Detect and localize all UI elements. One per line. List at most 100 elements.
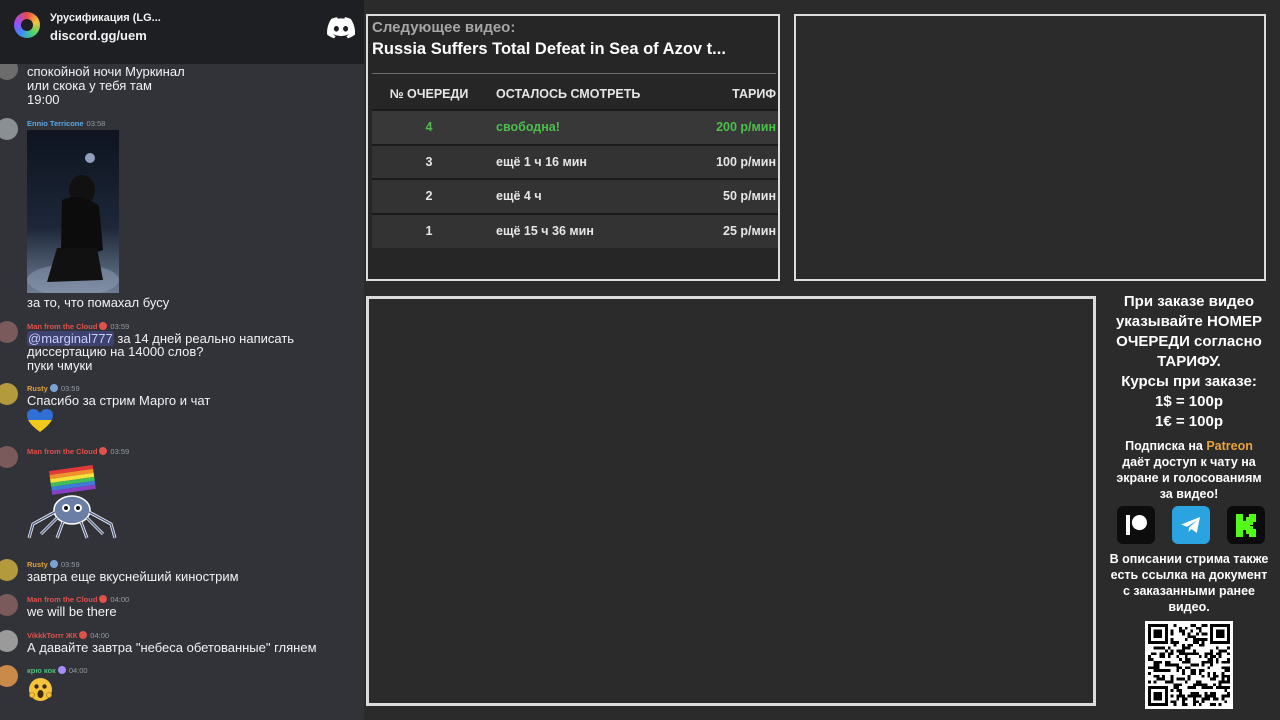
document-note-line: с заказанными ранее bbox=[1122, 584, 1255, 598]
column-header-queue-number: № ОЧЕРЕДИ bbox=[389, 86, 469, 101]
role-badge-icon bbox=[99, 447, 108, 455]
server-invite-link[interactable]: discord.gg/uem bbox=[50, 28, 147, 43]
rates-title: Курсы при заказе: bbox=[1121, 373, 1257, 390]
photo-attachment bbox=[27, 130, 119, 293]
avatar bbox=[0, 383, 18, 405]
message-line: за то, что помахал бусу bbox=[27, 295, 170, 310]
queue-number: 1 bbox=[372, 212, 486, 248]
message-header: Rusty 03:59 bbox=[27, 560, 80, 569]
author-name: Man from the Cloud bbox=[27, 595, 98, 604]
message-header: VikkkTorrr ЖК 04:00 bbox=[27, 631, 109, 640]
author-name: Rusty bbox=[27, 560, 48, 569]
qr-code bbox=[1145, 621, 1233, 709]
avatar bbox=[0, 594, 18, 616]
author-name: VikkkTorrr ЖК bbox=[27, 631, 78, 640]
patreon-note-line: Подписка на Patreon bbox=[1100, 438, 1278, 454]
message-header: крю кок 04:00 bbox=[27, 666, 88, 675]
timestamp: 03:59 bbox=[110, 447, 130, 456]
avatar bbox=[0, 118, 18, 140]
timestamp: 03:59 bbox=[60, 384, 80, 393]
rate: 25 р/мин bbox=[694, 212, 778, 248]
avatar bbox=[0, 446, 18, 468]
queue-number: 2 bbox=[372, 178, 486, 214]
message-line: А давайте завтра "небеса обетованные" гл… bbox=[27, 640, 317, 655]
kick-icon[interactable] bbox=[1227, 506, 1265, 544]
table-row: 2 ещё 4 ч 50 р/мин bbox=[372, 178, 778, 214]
next-video-title: Russia Suffers Total Defeat in Sea of Az… bbox=[372, 40, 726, 58]
timestamp: 03:59 bbox=[110, 322, 130, 331]
main-video-frame bbox=[366, 296, 1096, 706]
queue-table: № ОЧЕРЕДИ ОСТАЛОСЬ СМОТРЕТЬ ТАРИФ 4 своб… bbox=[372, 78, 778, 248]
message-header: Man from the Cloud 03:59 bbox=[27, 322, 129, 331]
rate-eur: 1€ = 100р bbox=[1155, 413, 1223, 430]
order-note-line: ОЧЕРЕДИ согласно bbox=[1116, 333, 1262, 350]
message-line: пуки чмуки bbox=[27, 358, 93, 373]
avatar bbox=[0, 630, 18, 652]
next-video-panel: Следующее видео: Russia Suffers Total De… bbox=[366, 14, 780, 281]
author-name: Ennio Terricone bbox=[27, 119, 84, 128]
message-line: спокойной ночи Муркинал bbox=[27, 64, 185, 79]
author-name: крю кок bbox=[27, 666, 56, 675]
patreon-note-line: даёт доступ к чату на bbox=[1122, 455, 1256, 469]
author-name: Man from the Cloud bbox=[27, 447, 98, 456]
column-header-remaining: ОСТАЛОСЬ СМОТРЕТЬ bbox=[496, 86, 641, 101]
spider-rainbow-flag-sticker bbox=[27, 464, 117, 539]
remaining-time: ещё 15 ч 36 мин bbox=[486, 212, 695, 248]
role-badge-icon bbox=[99, 322, 108, 330]
message-line: we will be there bbox=[27, 604, 117, 619]
message-header: Rusty 03:59 bbox=[27, 384, 80, 393]
next-video-label: Следующее видео: bbox=[372, 19, 516, 36]
server-header: Урусификация (LG... discord.gg/uem bbox=[0, 0, 364, 64]
document-note-line: есть ссылка на документ bbox=[1110, 568, 1268, 582]
queue-number: 3 bbox=[372, 143, 486, 179]
timestamp: 03:58 bbox=[86, 119, 106, 128]
info-panel: При заказе видео указывайте НОМЕР ОЧЕРЕД… bbox=[1100, 292, 1278, 720]
message-header: Ennio Terricone 03:58 bbox=[27, 119, 105, 128]
timestamp: 04:00 bbox=[110, 595, 130, 604]
message-line: Спасибо за стрим Марго и чат bbox=[27, 393, 211, 408]
rate: 100 р/мин bbox=[694, 143, 778, 179]
message-line: завтра еще вкуснейший кинострим bbox=[27, 569, 239, 584]
table-header-row: № ОЧЕРЕДИ ОСТАЛОСЬ СМОТРЕТЬ ТАРИФ bbox=[372, 78, 778, 110]
role-badge-icon bbox=[57, 666, 66, 674]
author-name: Rusty bbox=[27, 384, 48, 393]
document-note-line: В описании стрима также bbox=[1109, 552, 1269, 566]
message-header: Man from the Cloud 03:59 bbox=[27, 447, 129, 456]
table-row: 4 свободна! 200 р/мин bbox=[372, 109, 778, 145]
timestamp: 03:59 bbox=[60, 560, 80, 569]
discord-icon bbox=[327, 17, 355, 39]
timestamp: 04:00 bbox=[90, 631, 110, 640]
heart-ukraine-emoji bbox=[27, 409, 53, 432]
role-badge-icon bbox=[79, 631, 88, 639]
patreon-prefix: Подписка на bbox=[1125, 439, 1203, 453]
role-badge-icon bbox=[49, 560, 58, 568]
role-badge-icon bbox=[49, 384, 58, 392]
order-note-line: ТАРИФУ. bbox=[1157, 353, 1221, 370]
role-badge-icon bbox=[99, 595, 108, 603]
patreon-icon[interactable] bbox=[1117, 506, 1155, 544]
order-note-line: При заказе видео bbox=[1123, 293, 1255, 310]
table-row: 1 ещё 15 ч 36 мин 25 р/мин bbox=[372, 212, 778, 248]
shocked-face-emoji bbox=[29, 678, 52, 701]
table-row: 3 ещё 1 ч 16 мин 100 р/мин bbox=[372, 143, 778, 179]
timestamp: 04:00 bbox=[68, 666, 88, 675]
order-note-line: указывайте НОМЕР bbox=[1115, 313, 1263, 330]
rate: 50 р/мин bbox=[694, 178, 778, 214]
message-header: Man from the Cloud 04:00 bbox=[27, 595, 129, 604]
column-header-rate: ТАРИФ bbox=[732, 86, 776, 101]
message-line: диссертацию на 14000 слов? bbox=[27, 344, 204, 359]
message-line: или скока у тебя там bbox=[27, 78, 152, 93]
patreon-link[interactable]: Patreon bbox=[1206, 439, 1253, 453]
telegram-icon[interactable] bbox=[1172, 506, 1210, 544]
avatar bbox=[0, 665, 18, 687]
message-line: 19:00 bbox=[27, 92, 60, 107]
document-note-line: видео. bbox=[1168, 600, 1210, 614]
server-icon bbox=[14, 12, 40, 38]
secondary-video-frame bbox=[794, 14, 1266, 281]
patreon-note-line: экране и голосованиям bbox=[1116, 471, 1262, 485]
document-note: В описании стрима также есть ссылка на д… bbox=[1100, 551, 1278, 615]
patreon-note: Подписка на Patreon даёт доступ к чату н… bbox=[1100, 438, 1278, 502]
queue-number: 4 bbox=[372, 109, 486, 145]
order-note: При заказе видео указывайте НОМЕР ОЧЕРЕД… bbox=[1100, 292, 1278, 372]
rate-usd: 1$ = 100р bbox=[1155, 393, 1223, 410]
